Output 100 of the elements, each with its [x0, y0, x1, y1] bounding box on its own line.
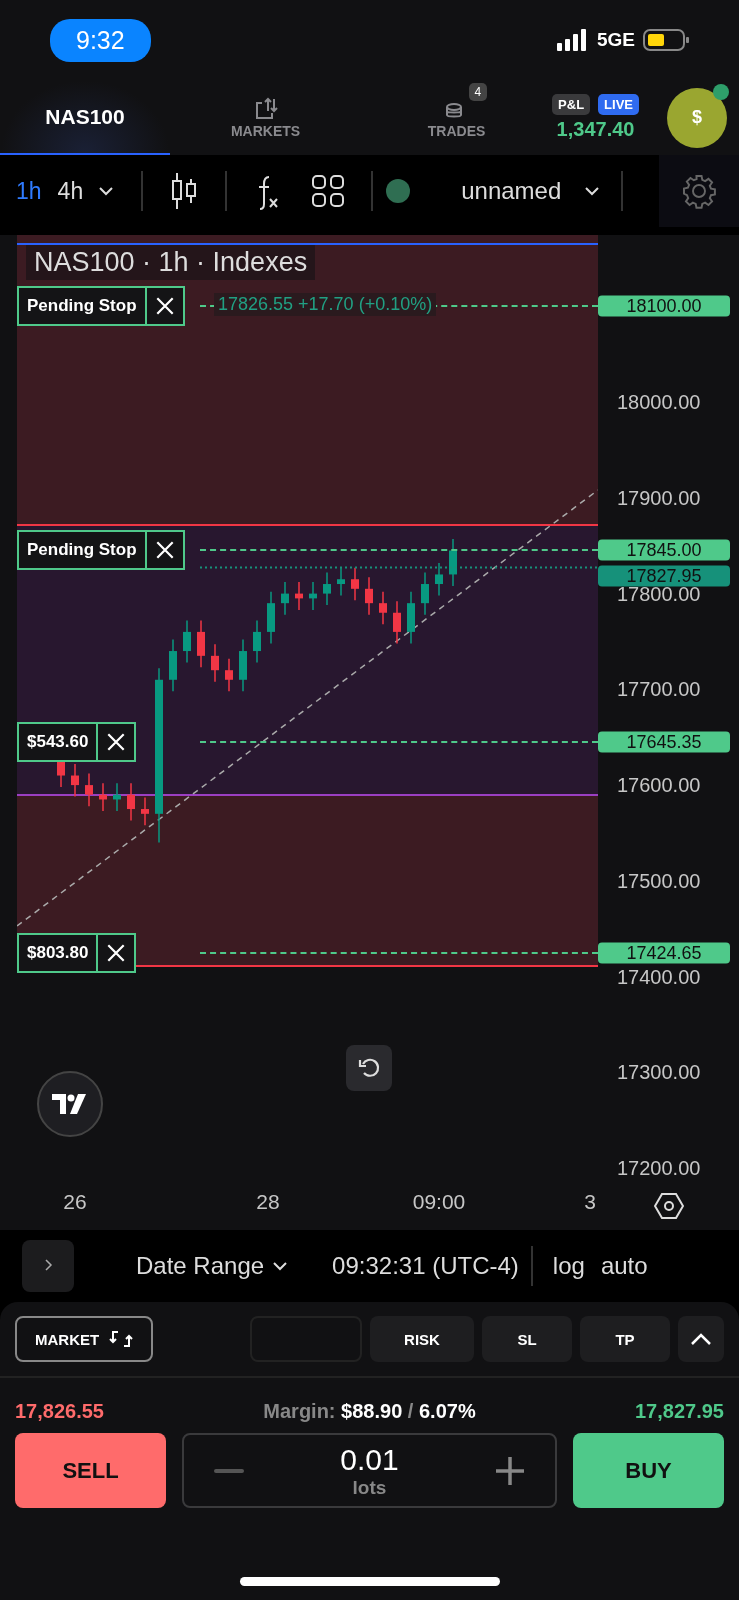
- candle: [141, 796, 149, 826]
- candle: [267, 590, 275, 645]
- order-price-tag[interactable]: 17424.65: [598, 942, 730, 964]
- candle: [197, 619, 205, 668]
- order-label: $803.80: [26, 941, 90, 964]
- candle: [113, 782, 121, 812]
- order-tag[interactable]: $543.60: [17, 721, 137, 762]
- reset-icon: [357, 1056, 381, 1080]
- price-axis-label: 18000.00: [617, 392, 701, 412]
- price-axis-label: 17200.00: [617, 1158, 701, 1178]
- price-legend: 17826.55 +17.70 (+0.10%): [214, 293, 437, 316]
- chevron-down-icon: [583, 185, 602, 197]
- current-price-tag: 17827.95: [598, 565, 730, 587]
- collapse-button[interactable]: [678, 1316, 724, 1362]
- interval-tab[interactable]: 4h: [41, 177, 84, 205]
- order-tag[interactable]: Pending Stop: [17, 286, 185, 327]
- chart-title: NAS100 · 1h · Indexes: [26, 245, 316, 280]
- price-axis-label: 17500.00: [617, 870, 701, 891]
- decrease-button[interactable]: [214, 1467, 244, 1474]
- chevron-down-icon: [272, 1261, 289, 1271]
- interval-tab[interactable]: 1h: [0, 177, 42, 205]
- plus-icon: [495, 1455, 525, 1486]
- order-label: $543.60: [26, 730, 90, 753]
- settings-icon: [681, 173, 717, 209]
- order-price-tag[interactable]: 18100.00: [598, 295, 730, 317]
- live-chip: LIVE: [598, 94, 639, 115]
- margin-info: Margin: $88.90 / 6.07%: [263, 1400, 476, 1423]
- price-axis-label: 17900.00: [617, 487, 701, 508]
- price-axis-label: 17400.00: [617, 966, 701, 987]
- order-price-tag[interactable]: 17845.00: [598, 539, 730, 561]
- candle: [421, 571, 429, 616]
- lot-value: 0.01: [340, 1442, 399, 1477]
- lot-size-field[interactable]: 0.01 lots: [182, 1433, 557, 1508]
- sell-price: 17,826.55: [15, 1400, 104, 1423]
- clock: 09:32:31 (UTC-4): [332, 1252, 519, 1280]
- candle: [253, 619, 261, 664]
- candle: [281, 581, 289, 616]
- candle: [393, 600, 401, 645]
- candle: [295, 581, 303, 611]
- order-option-tab[interactable]: RISK: [370, 1316, 474, 1362]
- signal-icon: [556, 29, 589, 51]
- candle: [365, 576, 373, 616]
- price-axis-label: 17700.00: [617, 679, 701, 700]
- candle: [309, 581, 317, 611]
- order-price-tag[interactable]: 17645.35: [598, 731, 730, 753]
- pnl-chip: P&L: [552, 94, 591, 115]
- status-dot-icon: [385, 178, 412, 204]
- reset-button[interactable]: [346, 1045, 392, 1091]
- candle: [407, 590, 415, 645]
- date-range-dropdown[interactable]: Date Range: [130, 1251, 295, 1281]
- chevron-down-icon: [97, 185, 116, 197]
- status-time: 9:32: [50, 18, 151, 62]
- minus-icon: [214, 1467, 244, 1474]
- candle: [323, 571, 331, 606]
- increase-button[interactable]: [495, 1455, 525, 1486]
- order-tag[interactable]: Pending Stop: [17, 530, 185, 571]
- count-badge: 4: [468, 82, 488, 101]
- price-axis-label: 17600.00: [617, 775, 701, 795]
- candle: [99, 782, 107, 812]
- settings-icon[interactable]: [654, 1192, 684, 1220]
- chevron-right-icon: [43, 1257, 53, 1272]
- buy-button[interactable]: BUY: [573, 1433, 724, 1508]
- order-option-tab[interactable]: SL: [482, 1316, 572, 1362]
- candle: [337, 566, 345, 597]
- grid-icon: [311, 174, 346, 208]
- order-tag[interactable]: $803.80: [17, 932, 137, 973]
- swap-icon: [109, 1328, 134, 1350]
- logo-icon: [52, 1094, 88, 1114]
- time-axis-label: 28: [256, 1190, 280, 1214]
- time-axis-label: 09:00: [412, 1190, 466, 1214]
- battery-icon: [643, 29, 689, 51]
- candle: [351, 566, 359, 601]
- layout-dropdown[interactable]: unnamed: [411, 177, 610, 205]
- nav-tab[interactable]: MARKETS: [230, 96, 301, 139]
- order-type-button[interactable]: MARKET: [15, 1316, 154, 1362]
- candle: [225, 657, 233, 692]
- order-label: Pending Stop: [26, 295, 138, 318]
- pnl-value: 1,347.40: [556, 118, 635, 141]
- buy-price: 17,827.95: [635, 1400, 724, 1423]
- candle: [449, 538, 457, 587]
- time-axis-label: 3: [584, 1190, 596, 1214]
- lot-unit: lots: [352, 1476, 387, 1499]
- chevron-up-icon: [690, 1332, 712, 1346]
- order-option-tab[interactable]: TP: [580, 1316, 670, 1362]
- candle: [71, 763, 79, 798]
- scale-button[interactable]: log: [544, 1252, 593, 1280]
- price-chart[interactable]: [0, 235, 739, 1180]
- price-axis-label: 17300.00: [617, 1062, 701, 1083]
- candle: [169, 638, 177, 692]
- settings-button[interactable]: [659, 155, 739, 227]
- scale-button[interactable]: auto: [592, 1252, 656, 1280]
- sell-button[interactable]: SELL: [15, 1433, 166, 1508]
- candle: [211, 643, 219, 683]
- order-label: Pending Stop: [26, 539, 138, 562]
- candle: [379, 590, 387, 625]
- candle: [435, 562, 443, 597]
- candle: [85, 772, 93, 807]
- candle: [183, 619, 191, 664]
- time-axis-label: 26: [63, 1190, 87, 1214]
- candle: [127, 782, 135, 822]
